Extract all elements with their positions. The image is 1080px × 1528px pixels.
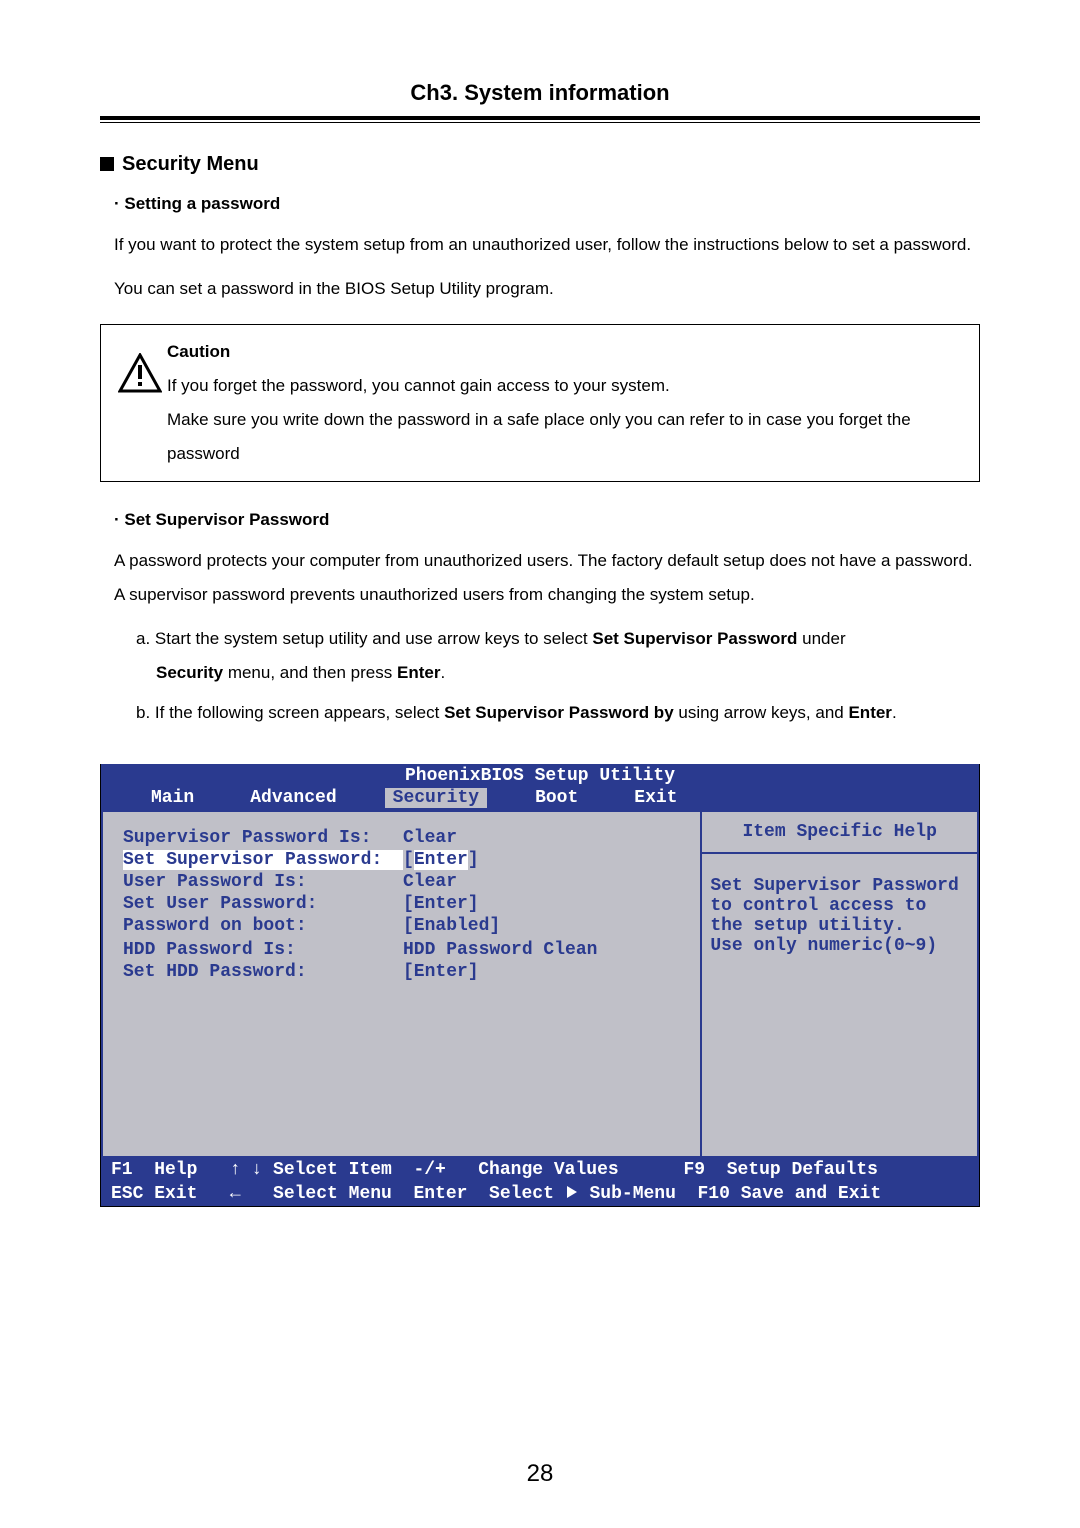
page-number: 28 <box>0 1460 1080 1488</box>
body-text: If you want to protect the system setup … <box>114 228 980 262</box>
step-b: b. If the following screen appears, sele… <box>136 696 980 730</box>
bios-hint-row: ESC Exit ← Select Menu Enter Select Sub-… <box>101 1182 979 1206</box>
bios-tab-main: Main <box>143 788 202 808</box>
bios-tab-security: Security <box>385 788 487 808</box>
step-a: a. Start the system setup utility and us… <box>136 622 980 690</box>
bios-row: HDD Password Is:HDD Password Clean <box>123 940 680 960</box>
bios-row-selected: Set Supervisor Password:[Enter] <box>123 850 680 870</box>
body-text: A password protects your computer from u… <box>114 544 980 612</box>
bios-row: Password on boot:[Enabled] <box>123 916 680 936</box>
square-bullet-icon <box>100 157 114 171</box>
body-text: You can set a password in the BIOS Setup… <box>114 272 980 306</box>
bios-menu-bar: Main Advanced Security Boot Exit <box>101 788 979 810</box>
caution-line: If you forget the password, you cannot g… <box>167 369 967 403</box>
subheading-setting-password: · Setting a password <box>114 194 980 214</box>
bios-screenshot: PhoenixBIOS Setup Utility Main Advanced … <box>100 764 980 1207</box>
bios-hint-row: F1 Help ↑ ↓ Selcet Item -/+ Change Value… <box>101 1158 979 1182</box>
warning-triangle-icon <box>113 353 167 393</box>
bios-row: Set HDD Password:[Enter] <box>123 962 680 982</box>
bios-tab-boot: Boot <box>527 788 586 808</box>
bios-row: Supervisor Password Is:Clear <box>123 828 680 848</box>
bios-left-panel: Supervisor Password Is:Clear Set Supervi… <box>101 810 700 1158</box>
subheading-set-supervisor-password: · Set Supervisor Password <box>114 510 980 530</box>
section-heading: Security Menu <box>100 153 980 176</box>
caution-line: Make sure you write down the password in… <box>167 403 967 471</box>
bios-row: User Password Is:Clear <box>123 872 680 892</box>
bios-help-line: Set Supervisor Password <box>710 876 969 896</box>
bios-tab-exit: Exit <box>626 788 685 808</box>
bios-help-line: the setup utility. <box>710 916 969 936</box>
bios-row: Set User Password:[Enter] <box>123 894 680 914</box>
bios-help-panel: Item Specific Help Set Supervisor Passwo… <box>700 810 979 1158</box>
bios-help-line: Use only numeric(0~9) <box>710 936 969 956</box>
bios-tab-advanced: Advanced <box>242 788 344 808</box>
caution-title: Caution <box>167 335 967 369</box>
caution-box: Caution If you forget the password, you … <box>100 324 980 482</box>
heading-rule <box>100 116 980 123</box>
right-triangle-icon <box>567 1186 577 1198</box>
bios-help-line: to control access to <box>710 896 969 916</box>
chapter-title: Ch3. System information <box>100 80 980 114</box>
bios-title: PhoenixBIOS Setup Utility <box>101 764 979 788</box>
bios-help-title: Item Specific Help <box>700 810 979 854</box>
